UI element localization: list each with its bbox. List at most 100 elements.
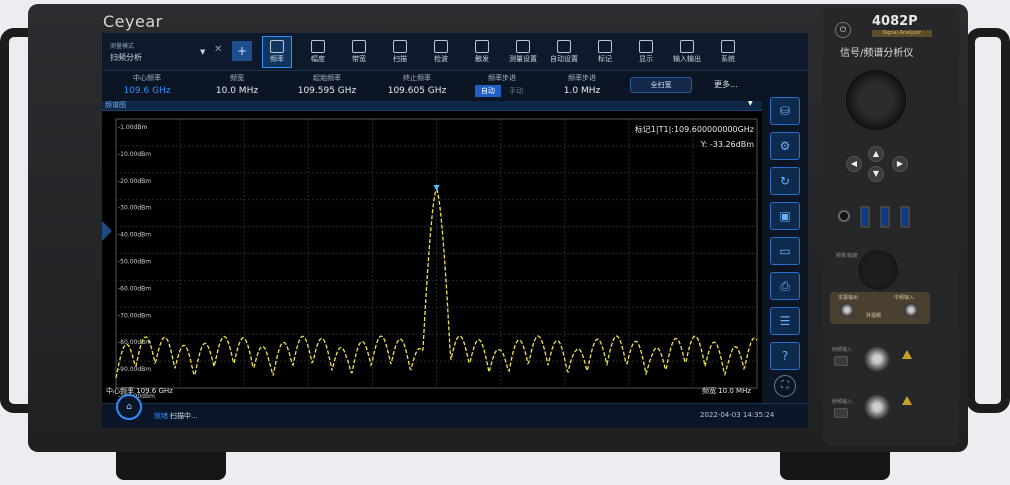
trace-dropdown-icon[interactable]: ▼: [748, 100, 753, 107]
rf-in2-label: 射频输入: [832, 399, 853, 405]
model-label: 4082P: [872, 14, 918, 29]
side-disk-icon[interactable]: ▣: [770, 202, 800, 230]
y-tick-label: -1.00dBm: [118, 124, 147, 131]
param-stop-freq[interactable]: 终止频率 109.605 GHz: [377, 71, 457, 101]
close-icon[interactable]: ✕: [214, 44, 222, 55]
brand-logo: Ceyear: [103, 12, 163, 31]
headphone-jack: [838, 210, 850, 222]
y-tick-label: -60.00dBm: [118, 285, 151, 292]
detector-icon: [434, 40, 448, 53]
toolbar-label: 幅度: [311, 55, 325, 63]
param-step-mode: 频率步进 自动 手动: [457, 71, 547, 101]
param-start-freq[interactable]: 起始频率 109.595 GHz: [287, 71, 367, 101]
side-refresh-icon[interactable]: ↻: [770, 167, 800, 195]
toolbar-label: 检波: [434, 55, 448, 63]
knob-label: 频率/幅度: [836, 253, 858, 259]
lo-out-label: 本振输出: [838, 295, 859, 301]
toolbar-freq-button[interactable]: 频率: [262, 36, 292, 68]
bandwidth-icon: [352, 40, 366, 53]
side-print-icon[interactable]: ⎙: [770, 272, 800, 300]
secondary-knob[interactable]: [858, 250, 898, 290]
side-help-icon[interactable]: ?: [770, 342, 800, 370]
toolbar-display-button[interactable]: 显示: [631, 36, 661, 68]
status-text: 扫描中...: [170, 412, 198, 420]
fullscreen-icon[interactable]: ⛶: [774, 375, 796, 397]
toolbar-label: 频率: [270, 55, 284, 63]
add-tab-button[interactable]: +: [232, 41, 252, 61]
arrow-left-button[interactable]: ◀: [846, 156, 862, 172]
toolbar-label: 显示: [639, 55, 653, 63]
toolbar-label: 带宽: [352, 55, 366, 63]
right-foot: [780, 448, 890, 480]
y-tick-label: -50.00dBm: [118, 259, 151, 266]
freq-icon: [270, 40, 284, 53]
if-in-connector: [904, 303, 918, 317]
home-button[interactable]: ⌂: [116, 394, 142, 420]
rf-input-connector-2: [864, 394, 890, 420]
spectrum-plot[interactable]: -1.00dBm -10.00dBm -20.00dBm -30.00dBm -40.0…: [102, 113, 762, 398]
toolbar-auto-setup-button[interactable]: 自动设置: [549, 36, 579, 68]
lo-out-connector: [840, 303, 854, 317]
y-tick-label: -30.00dBm: [118, 205, 151, 212]
y-tick-label: -10.00dBm: [118, 151, 151, 158]
toolbar-label: 标记: [598, 55, 612, 63]
marker-readout-2: Y: -33.26dBm: [700, 140, 754, 149]
arrow-up-button[interactable]: ▲: [868, 146, 884, 162]
hw-button-2[interactable]: [834, 408, 848, 418]
mode-selector[interactable]: 测量模式 扫频分析 ▼: [106, 37, 216, 67]
full-span-button[interactable]: 全扫宽: [630, 77, 692, 93]
if-in-label: 中频输入: [894, 295, 915, 301]
param-span[interactable]: 频宽 10.0 MHz: [202, 71, 272, 101]
left-foot: [116, 448, 226, 480]
arrow-down-button[interactable]: ▼: [868, 166, 884, 182]
toolbar-amplitude-button[interactable]: 幅度: [303, 36, 333, 68]
param-center-freq[interactable]: 中心频率 109.6 GHz: [112, 71, 182, 101]
io-icon: [680, 40, 694, 53]
marker-readout-1: 标记1|T1|:109.600000000GHz: [634, 125, 754, 134]
toolbar-system-button[interactable]: 系统: [713, 36, 743, 68]
system-icon: [721, 40, 735, 53]
left-expand-icon[interactable]: [102, 221, 112, 241]
side-list-icon[interactable]: ☰: [770, 307, 800, 335]
warning-icon-2: [902, 396, 912, 405]
meas-setup-icon: [516, 40, 530, 53]
usb-port-3: [900, 206, 910, 228]
mode-label: 测量模式: [110, 43, 135, 50]
amplitude-icon: [311, 40, 325, 53]
center-readout: 中心频率 109.6 GHz: [106, 387, 173, 395]
y-tick-label: -20.00dBm: [118, 178, 151, 185]
toolbar-io-button[interactable]: 输入输出: [672, 36, 702, 68]
status-prefix: 就绪: [154, 412, 168, 420]
step-manual-button[interactable]: 手动: [503, 85, 529, 97]
side-panel: ⛁ ⚙ ↻ ▣ ▭ ⎙ ☰ ? ⛶: [762, 71, 808, 403]
dropdown-icon[interactable]: ▼: [200, 48, 205, 56]
param-freq-step[interactable]: 频率步进 1.0 MHz: [547, 71, 617, 101]
toolbar-trigger-button[interactable]: 触发: [467, 36, 497, 68]
status-time: 2022-04-03 14:35:24: [700, 411, 775, 419]
right-handle: [966, 28, 1010, 413]
toolbar: 测量模式 扫频分析 ▼ ✕ + 频率 幅度 带宽 扫描 检波 触发 测量设置 自动设置 标记 显示…: [102, 33, 808, 71]
toolbar-detector-button[interactable]: 检波: [426, 36, 456, 68]
side-folder-icon[interactable]: ▭: [770, 237, 800, 265]
toolbar-sweep-button[interactable]: 扫描: [385, 36, 415, 68]
arrow-right-button[interactable]: ▶: [892, 156, 908, 172]
toolbar-meas-setup-button[interactable]: 测量设置: [508, 36, 538, 68]
y-tick-label: -80.00dBm: [118, 339, 151, 346]
side-settings-icon[interactable]: ⚙: [770, 132, 800, 160]
display-icon: [639, 40, 653, 53]
hw-button-1[interactable]: [834, 356, 848, 366]
param-row: 中心频率 109.6 GHz 频宽 10.0 MHz 起始频率 109.595 …: [102, 71, 762, 101]
rotary-knob[interactable]: [846, 70, 906, 130]
span-readout: 频宽 10.0 MHz: [702, 387, 752, 395]
more-button[interactable]: 更多...: [714, 79, 738, 90]
side-save-icon[interactable]: ⛁: [770, 97, 800, 125]
marker-icon: [598, 40, 612, 53]
toolbar-label: 扫描: [393, 55, 407, 63]
toolbar-marker-button[interactable]: 标记: [590, 36, 620, 68]
model-sub: Signal Analyzer: [872, 30, 932, 37]
power-button[interactable]: ⏻: [835, 22, 851, 38]
toolbar-bandwidth-button[interactable]: 带宽: [344, 36, 374, 68]
step-auto-button[interactable]: 自动: [474, 85, 501, 97]
toolbar-label: 触发: [475, 55, 489, 63]
screen: 测量模式 扫频分析 ▼ ✕ + 频率 幅度 带宽 扫描 检波 触发 测量设置 自动设置 标记 显示…: [102, 33, 808, 428]
